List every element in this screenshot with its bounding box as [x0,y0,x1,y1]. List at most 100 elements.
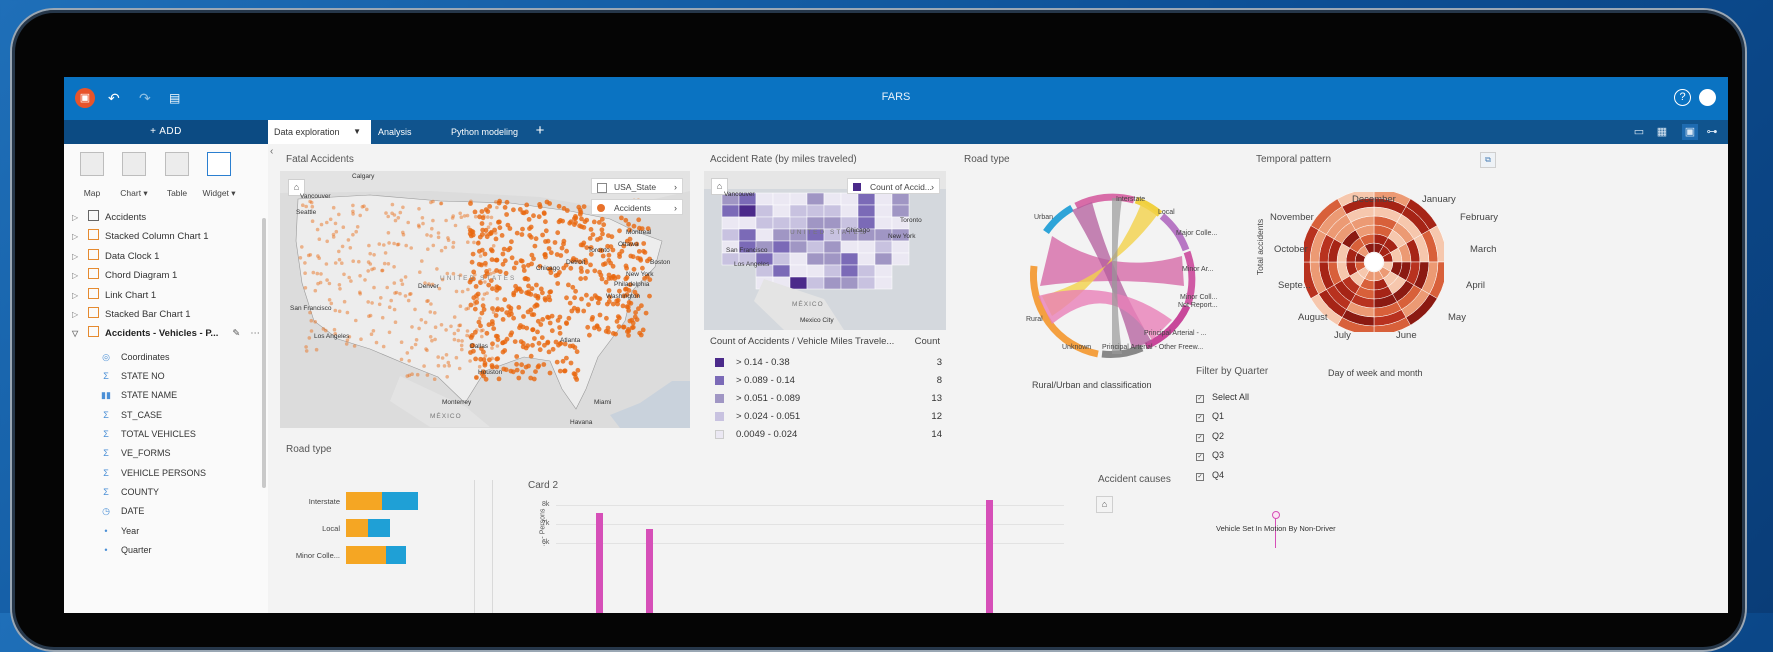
legend-row[interactable]: 0.0049 - 0.024 14 [712,426,952,444]
card2-bar[interactable] [646,529,653,613]
state-cell[interactable] [857,264,876,278]
state-cell[interactable] [772,252,791,266]
state-cell[interactable] [823,276,842,290]
accident-rate-map[interactable]: ⌂ Count of Accid... › Vancouver Toronto C… [704,171,946,330]
state-cell[interactable] [857,276,876,290]
model-view-icon[interactable]: ⊶ [1704,124,1720,140]
field-county[interactable]: Σ COUNTY [100,483,159,501]
layer-accidents[interactable]: Accidents › [591,199,683,215]
state-cell[interactable] [823,252,842,266]
state-cell[interactable] [789,204,808,218]
filter-option-q2[interactable]: ✓ Q2 [1196,427,1224,445]
state-cell[interactable] [772,192,791,206]
state-cell[interactable] [806,240,825,254]
dataset-stacked-bar-chart[interactable]: ▷ Stacked Bar Chart 1 [72,306,191,324]
add-button[interactable]: + ADD [64,120,268,144]
state-cell[interactable] [755,228,774,242]
state-cell[interactable] [806,204,825,218]
state-cell[interactable] [857,240,876,254]
card2-bar[interactable] [596,513,603,613]
more-options-icon[interactable]: ⋯ [250,328,260,339]
state-cell[interactable] [806,276,825,290]
tab-data-exploration[interactable]: Data exploration ▼ [268,120,371,144]
state-cell[interactable] [874,264,893,278]
state-cell[interactable] [823,204,842,218]
chevron-right-icon[interactable]: ▷ [72,209,82,227]
state-cell[interactable] [806,216,825,230]
home-icon[interactable]: ⌂ [1096,496,1113,513]
chevron-right-icon[interactable]: ▷ [72,306,82,324]
state-cell[interactable] [789,252,808,266]
filter-option-q3[interactable]: ✓ Q3 [1196,446,1224,464]
state-cell[interactable] [772,216,791,230]
dataset-chord-diagram[interactable]: ▷ Chord Diagram 1 [72,267,177,285]
console-icon[interactable]: ▭ [1631,124,1647,140]
state-cell[interactable] [789,192,808,206]
add-tab-icon[interactable]: + [528,120,552,144]
field-date[interactable]: ◷ DATE [100,502,144,520]
page-view-icon[interactable]: ▣ [1682,124,1698,140]
state-cell[interactable] [755,192,774,206]
state-cell[interactable] [721,216,740,230]
chevron-down-icon[interactable]: ▼ [353,120,361,144]
chevron-right-icon[interactable]: ▷ [72,267,82,285]
legend-row[interactable]: > 0.024 - 0.051 12 [712,408,952,426]
help-icon[interactable]: ? [1674,89,1691,106]
legend-row[interactable]: > 0.14 - 0.38 3 [712,354,952,372]
state-cell[interactable] [874,240,893,254]
dataset-stacked-column-chart[interactable]: ▷ Stacked Column Chart 1 [72,228,209,246]
field-coordinates[interactable]: ◎ Coordinates [100,348,169,366]
field-total-vehicles[interactable]: Σ TOTAL VEHICLES [100,425,196,443]
state-cell[interactable] [840,276,859,290]
state-cell[interactable] [823,216,842,230]
bar-segment[interactable] [382,492,418,510]
chevron-right-icon[interactable]: ▷ [72,248,82,266]
state-cell[interactable] [891,252,910,266]
edit-icon[interactable]: ✎ [232,328,240,339]
state-cell[interactable] [772,204,791,218]
state-cell[interactable] [823,240,842,254]
filter-option-q4[interactable]: ✓ Q4 [1196,466,1224,484]
field-st-case[interactable]: Σ ST_CASE [100,406,162,424]
fatal-accidents-map[interactable]: ⌂ USA_State › Accidents › Calgary Vancouve… [280,171,690,428]
state-cell[interactable] [789,240,808,254]
state-cell[interactable] [840,240,859,254]
state-cell[interactable] [738,216,757,230]
checkbox[interactable]: ✓ [1196,395,1204,403]
filter-option-select-all[interactable]: ✓ Select All [1196,388,1249,406]
chevron-right-icon[interactable]: ▷ [72,228,82,246]
state-cell[interactable] [721,228,740,242]
layer-count-of-accidents[interactable]: Count of Accid... › [847,178,940,194]
state-cell[interactable] [823,264,842,278]
tab-python-modeling[interactable]: Python modeling [451,120,518,144]
field-ve-forms[interactable]: Σ VE_FORMS [100,444,170,462]
checkbox[interactable]: ✓ [1196,473,1204,481]
checkbox[interactable]: ✓ [1196,453,1204,461]
data-clock[interactable] [1300,188,1448,336]
state-cell[interactable] [789,216,808,230]
state-cell[interactable] [806,264,825,278]
state-cell[interactable] [738,228,757,242]
state-cell[interactable] [840,204,859,218]
bar-segment[interactable] [386,546,406,564]
chord-diagram[interactable] [1008,180,1214,370]
state-cell[interactable] [840,192,859,206]
sidebar-scrollbar[interactable] [262,218,266,488]
widget-tool[interactable]: Widget ▾ [193,152,245,199]
state-cell[interactable] [789,276,808,290]
state-cell[interactable] [755,204,774,218]
link-node[interactable] [1272,511,1280,519]
legend-row[interactable]: > 0.089 - 0.14 8 [712,372,952,390]
card2-bar[interactable] [986,500,993,613]
avatar[interactable] [1699,89,1716,106]
bar-segment[interactable] [346,519,368,537]
layer-usa-state[interactable]: USA_State › [591,178,683,194]
dataset-data-clock[interactable]: ▷ Data Clock 1 [72,248,159,266]
checkbox[interactable]: ✓ [1196,434,1204,442]
card2-chart[interactable]: ... - Persons 8k 7k 6k [524,494,1064,613]
dataset-accidents[interactable]: ▷ Accidents [72,209,146,227]
state-cell[interactable] [857,204,876,218]
field-quarter[interactable]: • Quarter [100,541,151,559]
state-cell[interactable] [857,252,876,266]
state-cell[interactable] [874,276,893,290]
